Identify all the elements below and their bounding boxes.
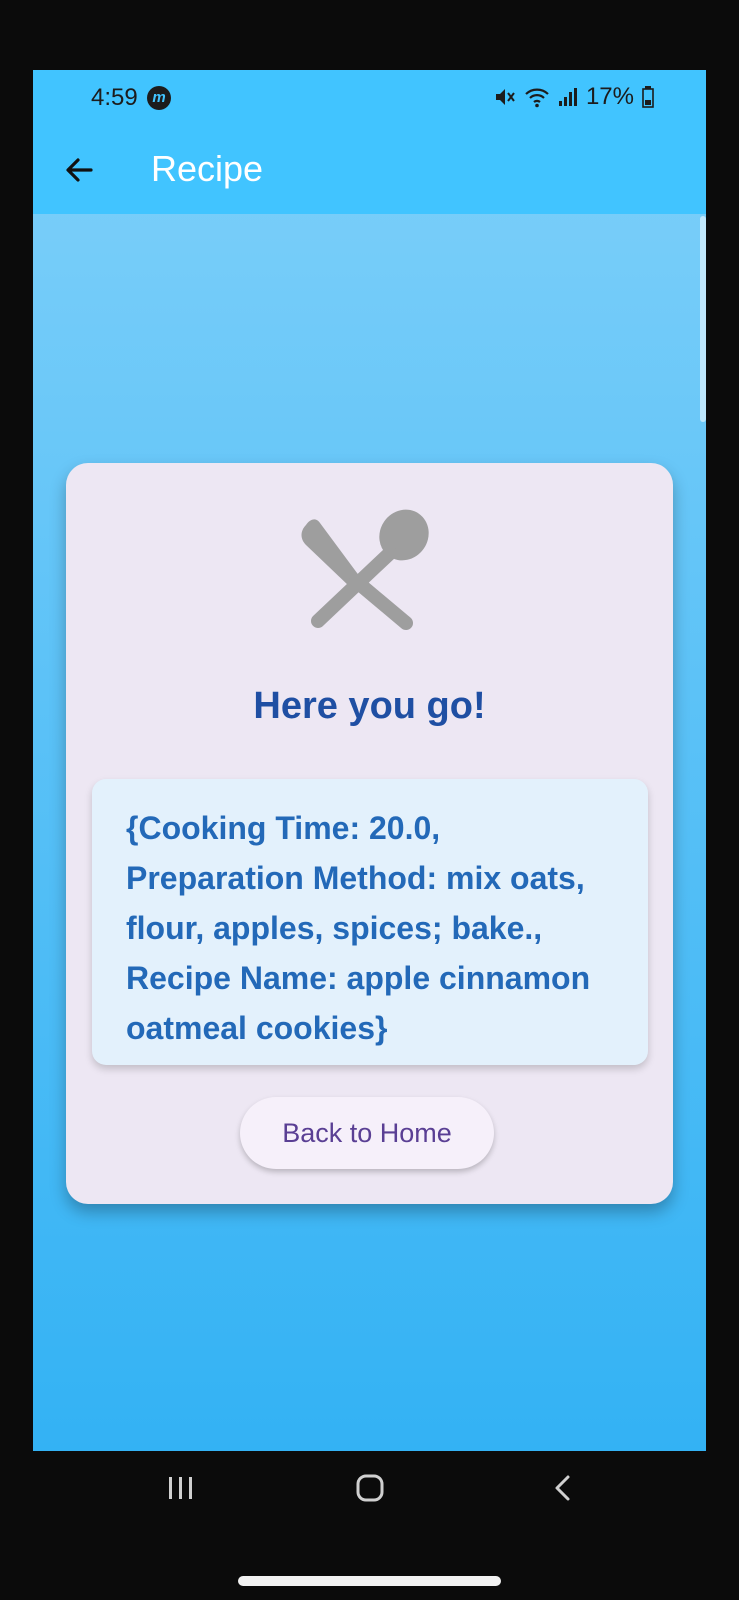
utensils-icon	[301, 509, 429, 630]
status-bar: 4:59 m 17%	[33, 70, 706, 126]
top-bezel	[0, 0, 739, 70]
signal-icon	[558, 88, 577, 106]
page-title: Recipe	[151, 148, 264, 189]
arrow-left-icon[interactable]	[61, 152, 97, 188]
status-icons: 17%	[494, 83, 654, 111]
battery-percent: 17%	[585, 83, 634, 110]
app-bar: Recipe	[33, 126, 706, 214]
back-to-home-button[interactable]: Back to Home	[240, 1097, 494, 1169]
home-icon[interactable]	[355, 1473, 385, 1503]
recipe-details-box: {Cooking Time: 20.0, Preparation Method:…	[92, 779, 648, 1065]
app-window: 4:59 m 17% Recipe Here you go! {Cooking …	[33, 70, 706, 1451]
gesture-handle[interactable]	[238, 1576, 501, 1586]
mute-icon	[495, 89, 515, 105]
phone-screen: 4:59 m 17% Recipe Here you go! {Cooking …	[0, 0, 739, 1600]
recents-icon[interactable]	[166, 1473, 196, 1503]
recipe-card: Here you go! {Cooking Time: 20.0, Prepar…	[66, 463, 673, 1204]
scroll-indicator	[700, 216, 706, 422]
status-time: 4:59	[91, 84, 138, 111]
battery-icon	[642, 86, 654, 108]
wifi-icon	[525, 88, 549, 108]
system-nav-bar	[0, 1451, 739, 1531]
back-icon[interactable]	[548, 1473, 578, 1503]
recipe-text: {Cooking Time: 20.0, Preparation Method:…	[126, 810, 591, 1046]
notification-badge-icon: m	[147, 86, 171, 110]
result-heading: Here you go!	[253, 685, 486, 727]
